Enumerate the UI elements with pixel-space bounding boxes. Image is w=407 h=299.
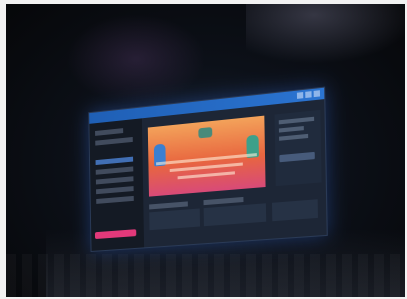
content-card[interactable] (203, 203, 267, 227)
sidebar-logo (95, 128, 124, 136)
section-heading (149, 201, 188, 210)
minimize-icon[interactable] (296, 92, 304, 99)
section-heading (203, 196, 244, 206)
panel-button[interactable] (279, 151, 315, 163)
sidebar-item-4[interactable] (95, 176, 134, 185)
photo-frame (6, 4, 405, 297)
maximize-icon[interactable] (305, 91, 312, 99)
ambient-light (246, 4, 405, 64)
sidebar-item-3[interactable] (95, 166, 134, 175)
app-sidebar (89, 118, 145, 251)
primary-action-button[interactable] (94, 229, 137, 240)
keyboard-keys (6, 254, 405, 297)
hero-banner[interactable] (147, 115, 266, 197)
panel-text-line (278, 126, 304, 133)
panel-text-line (279, 133, 309, 141)
sidebar-item-2[interactable] (95, 156, 134, 166)
close-icon[interactable] (313, 90, 321, 98)
main-content (141, 99, 327, 248)
sidebar-item-5[interactable] (96, 186, 134, 195)
laptop-screen (88, 86, 328, 252)
banner-text-line (177, 171, 235, 180)
banner-emblem (198, 127, 213, 139)
ambient-light-left (66, 14, 206, 104)
content-card[interactable] (271, 199, 318, 222)
content-card[interactable] (149, 208, 201, 231)
side-panel (274, 109, 322, 187)
panel-text-line (278, 116, 315, 125)
sidebar-item-1[interactable] (95, 136, 133, 146)
sidebar-item-6[interactable] (96, 195, 134, 204)
